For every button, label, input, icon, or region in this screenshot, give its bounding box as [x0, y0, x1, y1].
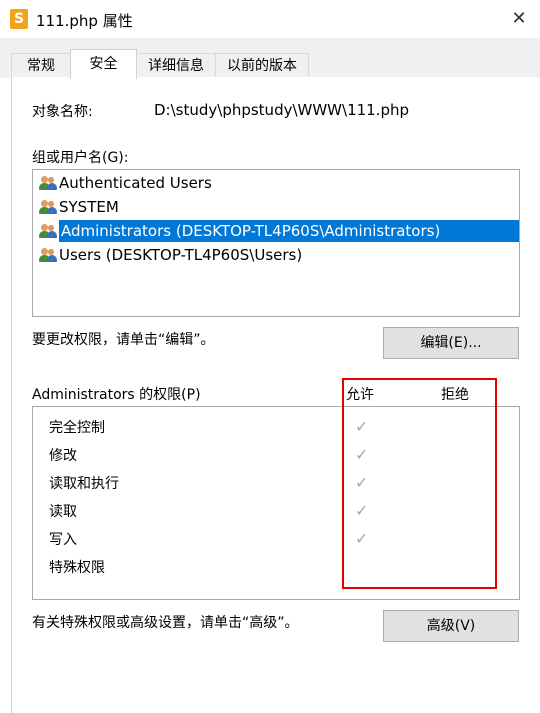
advanced-hint: 有关特殊权限或高级设置，请单击“高级”。 [32, 615, 299, 631]
perm-read-execute: 读取和执行 [49, 476, 119, 492]
perm-read: 读取 [49, 504, 77, 520]
tab-details[interactable]: 详细信息 [136, 53, 216, 78]
perm-special: 特殊权限 [49, 560, 105, 576]
user-group-icon [39, 247, 57, 263]
tab-previous-versions[interactable]: 以前的版本 [215, 53, 309, 78]
groups-label: 组或用户名(G): [32, 150, 129, 166]
list-item-administrators[interactable]: Administrators (DESKTOP-TL4P60S\Administ… [59, 220, 519, 242]
perm-write: 写入 [49, 532, 77, 548]
perm-modify: 修改 [49, 448, 77, 464]
list-item-system[interactable]: SYSTEM [59, 196, 125, 218]
groups-listbox[interactable]: Authenticated Users SYSTEM Administrator… [32, 169, 520, 317]
edit-button[interactable]: 编辑(E)... [383, 327, 519, 359]
highlight-annotation-box [342, 378, 497, 589]
user-group-icon [39, 223, 57, 239]
title-bar: S 111.php 属性 ✕ [0, 0, 540, 38]
tab-security[interactable]: 安全 [70, 49, 137, 79]
user-group-icon [39, 199, 57, 215]
perm-full-control: 完全控制 [49, 420, 105, 436]
object-name-value: D:\study\phpstudy\WWW\111.php [154, 101, 410, 119]
close-button[interactable]: ✕ [504, 4, 534, 34]
list-item-users[interactable]: Users (DESKTOP-TL4P60S\Users) [59, 244, 308, 266]
edit-hint: 要更改权限，请单击“编辑”。 [32, 332, 215, 348]
tab-general[interactable]: 常规 [11, 53, 71, 78]
sublime-text-icon: S [10, 9, 28, 29]
object-name-label: 对象名称: [32, 104, 93, 120]
user-group-icon [39, 175, 57, 191]
advanced-button[interactable]: 高级(V) [383, 610, 519, 642]
tab-strip: 常规 安全 详细信息 以前的版本 [0, 38, 540, 79]
permissions-label: Administrators 的权限(P) [32, 387, 201, 403]
list-item-authenticated-users[interactable]: Authenticated Users [59, 172, 218, 194]
window-title: 111.php 属性 [36, 12, 133, 30]
